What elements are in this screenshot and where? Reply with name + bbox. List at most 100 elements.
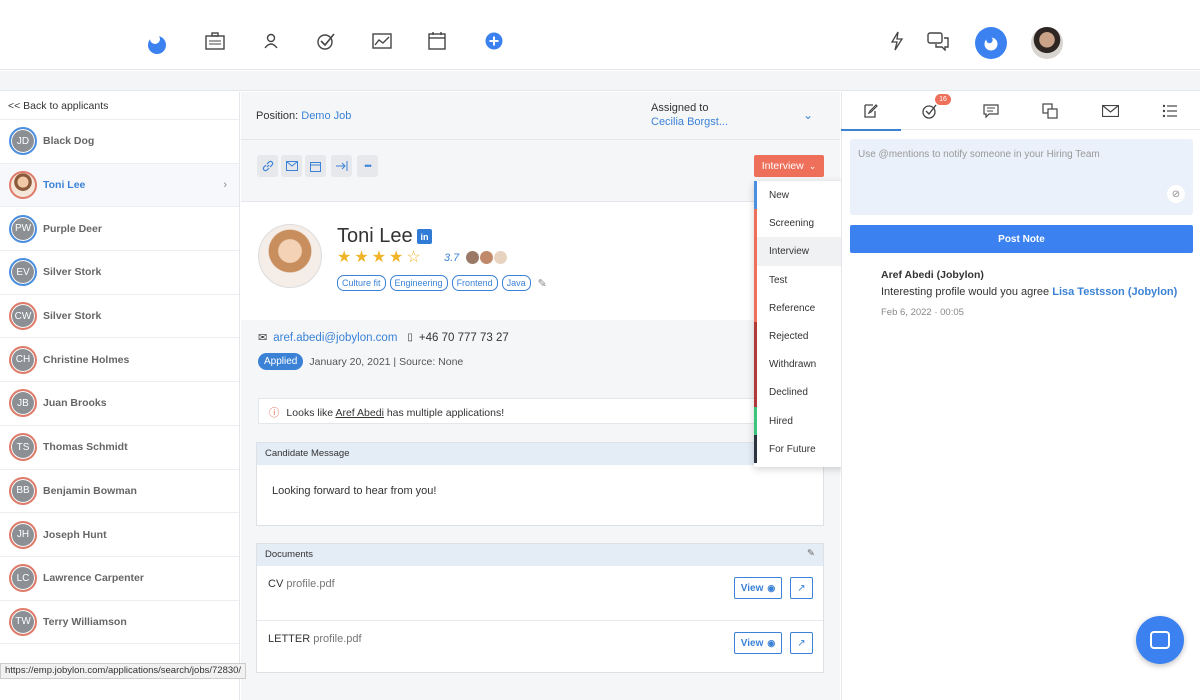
candidate-profile: Toni Lee in ★★★★☆ 3.7 Culture fit Engine… <box>241 202 840 320</box>
user-avatar[interactable] <box>1031 27 1063 59</box>
assigned-user: Cecilia Borgst... <box>651 116 729 128</box>
note-input[interactable]: Use @mentions to notify someone in your … <box>850 139 1193 215</box>
applicant-item[interactable]: JD Black Dog <box>0 120 239 164</box>
applicant-item[interactable]: BB Benjamin Bowman <box>0 470 239 514</box>
mention-link[interactable]: Lisa Testsson (Jobylon) <box>1052 286 1177 298</box>
mail-icon <box>1101 105 1119 117</box>
check-circle-icon[interactable] <box>315 30 337 52</box>
back-to-applicants-link[interactable]: << Back to applicants <box>0 92 239 120</box>
schedule-button[interactable] <box>305 155 326 177</box>
document-name: LETTER profile.pdf <box>268 633 362 645</box>
org-avatar[interactable] <box>975 27 1007 59</box>
open-external-button[interactable]: ↗ <box>790 632 813 654</box>
assigned-to[interactable]: Assigned to Cecilia Borgst... <box>651 102 728 128</box>
linkedin-icon[interactable]: in <box>417 229 432 244</box>
applicant-name: Terry Williamson <box>43 615 127 628</box>
chart-icon[interactable] <box>371 30 393 52</box>
mail-icon <box>285 161 298 171</box>
notification-badge: 16 <box>935 94 951 105</box>
more-icon: ••• <box>364 161 372 171</box>
applicant-item[interactable]: PW Purple Deer <box>0 207 239 252</box>
link-button[interactable] <box>257 155 278 177</box>
person-icon[interactable] <box>260 30 282 52</box>
post-note-button[interactable]: Post Note <box>850 225 1193 253</box>
star-icon: ★ <box>389 249 407 266</box>
notice-link[interactable]: Aref Abedi <box>335 407 383 419</box>
note-entry: Aref Abedi (Jobylon) Interesting profile… <box>881 269 1177 318</box>
view-button[interactable]: View ◉ <box>734 577 782 599</box>
chevron-down-icon: ⌄ <box>808 160 817 171</box>
tag[interactable]: Frontend <box>451 275 498 291</box>
more-button[interactable]: ••• <box>357 155 378 177</box>
view-button[interactable]: View ◉ <box>734 632 782 654</box>
applicant-name: Black Dog <box>43 135 95 148</box>
support-chat-button[interactable] <box>1136 616 1184 664</box>
card-header: Documents ✎ <box>257 544 823 566</box>
applicant-name: Purple Deer <box>43 222 102 235</box>
move-button[interactable] <box>331 155 352 177</box>
edit-tags-icon[interactable]: ✎ <box>538 277 547 290</box>
tab-messages[interactable] <box>1099 100 1121 122</box>
tab-notes[interactable] <box>841 100 901 131</box>
applicant-item[interactable]: TS Thomas Schmidt <box>0 426 239 470</box>
tag[interactable]: Java <box>501 275 531 291</box>
chat-icon[interactable] <box>927 30 949 52</box>
reviewer-avatar <box>479 250 494 265</box>
candidate-photo <box>258 224 322 288</box>
applicant-item[interactable]: JB Juan Brooks <box>0 382 239 426</box>
applicant-name: Thomas Schmidt <box>43 441 128 454</box>
chevron-down-icon[interactable]: ⌄ <box>803 108 813 122</box>
applicant-item[interactable]: JH Joseph Hunt <box>0 513 239 557</box>
notice-text: has multiple applications! <box>383 407 505 419</box>
notice-text: Looks like <box>286 407 336 419</box>
candidate-message-card: Candidate Message Looking forward to hea… <box>256 442 824 526</box>
email-button[interactable] <box>281 155 302 177</box>
applicant-item[interactable]: CH Christine Holmes <box>0 338 239 383</box>
star-empty-icon: ☆ <box>406 249 424 266</box>
note-icon <box>864 104 878 118</box>
eye-icon: ◉ <box>767 637 776 648</box>
external-link-icon: ↗ <box>797 637 806 649</box>
candidate-email[interactable]: aref.abedi@jobylon.com <box>273 332 397 344</box>
candidate-phone: +46 70 777 73 27 <box>418 331 509 344</box>
candidate-name: Toni Lee <box>337 225 413 247</box>
applicant-item[interactable]: TW Terry Williamson <box>0 601 239 645</box>
status-dropdown-button[interactable]: Interview ⌄ <box>754 155 824 177</box>
tab-comments[interactable] <box>980 100 1002 122</box>
rating-stars[interactable]: ★★★★☆ <box>337 247 424 267</box>
eye-off-icon[interactable]: ⊘ <box>1167 185 1185 203</box>
calendar-icon[interactable] <box>426 30 448 52</box>
avatar: PW <box>9 214 37 243</box>
edit-icon[interactable]: ✎ <box>807 548 815 559</box>
document-row: CV profile.pdf View ◉ ↗ <box>257 566 823 621</box>
chevron-right-icon: › <box>223 179 227 192</box>
card-title: Candidate Message <box>257 443 823 465</box>
status-badge: Applied <box>258 353 304 370</box>
applicant-item[interactable]: EV Silver Stork <box>0 251 239 295</box>
avatar: CH <box>9 345 37 374</box>
applicant-item[interactable]: LC Lawrence Carpenter <box>0 557 239 601</box>
note-timestamp: Feb 6, 2022 · 00:05 <box>881 307 964 318</box>
phone-icon: ▯ <box>407 332 413 343</box>
status-label: Interview <box>761 160 804 172</box>
bolt-icon[interactable] <box>886 30 908 52</box>
documents-card: Documents ✎ CV profile.pdf View ◉ ↗ LETTE… <box>256 543 824 673</box>
list-icon <box>1162 104 1177 118</box>
logo-icon[interactable] <box>146 32 168 54</box>
tab-activity-list[interactable] <box>1159 100 1181 122</box>
document-name: CV profile.pdf <box>268 578 335 590</box>
avatar: TW <box>9 607 37 636</box>
applicant-item-selected[interactable]: Toni Lee › <box>0 163 239 208</box>
tag[interactable]: Culture fit <box>337 275 386 291</box>
tab-translate[interactable] <box>1039 100 1061 122</box>
applicant-item[interactable]: CW Silver Stork <box>0 295 239 339</box>
tag[interactable]: Engineering <box>389 275 448 291</box>
eye-icon: ◉ <box>767 582 776 593</box>
tag-list: Culture fit Engineering Frontend Java ✎ <box>337 275 547 291</box>
open-external-button[interactable]: ↗ <box>790 577 813 599</box>
position-link[interactable]: Demo Job <box>301 110 351 122</box>
briefcase-icon[interactable] <box>204 30 226 52</box>
add-icon[interactable] <box>483 30 505 52</box>
translate-icon <box>1042 103 1058 119</box>
avatar: JH <box>9 520 37 549</box>
